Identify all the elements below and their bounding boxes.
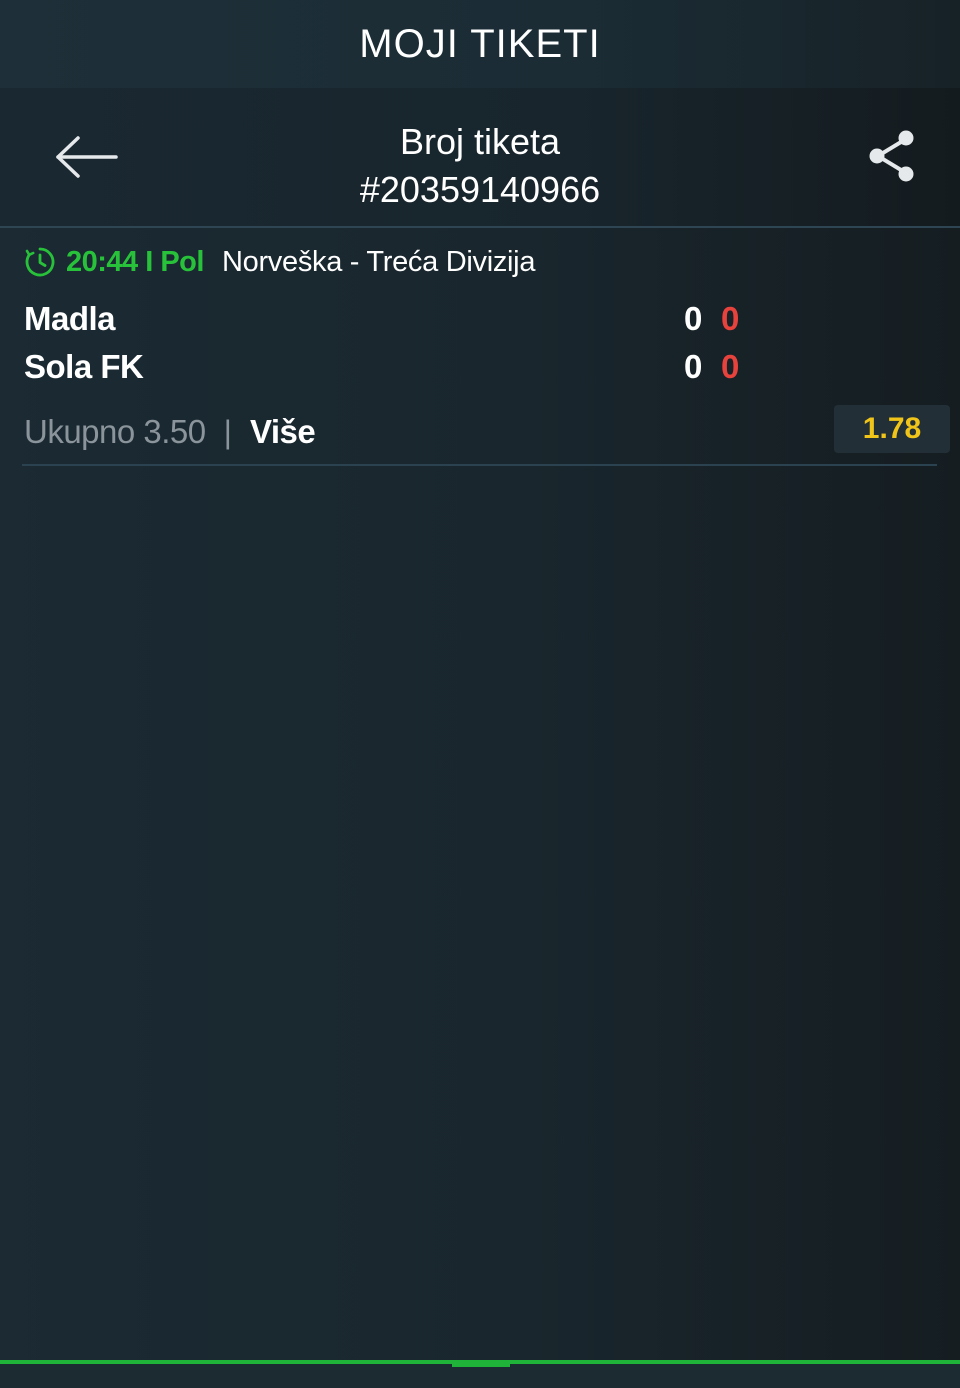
odds-badge[interactable]: 1.78 bbox=[834, 405, 950, 453]
event-meta: 20:44 I Pol Norveška - Treća Divizija bbox=[24, 244, 535, 280]
home-team: Madla bbox=[24, 300, 116, 337]
share-icon bbox=[869, 130, 914, 182]
bet-market: Ukupno 3.50 bbox=[24, 413, 206, 450]
home-score: 0 bbox=[684, 300, 703, 337]
bet-selection: Više bbox=[249, 413, 316, 450]
ticket-number: #20359140966 bbox=[359, 169, 601, 210]
home-period-score: 0 bbox=[721, 300, 740, 337]
odds-value: 1.78 bbox=[862, 412, 922, 445]
ticket-header: Broj tiketa #20359140966 bbox=[0, 88, 960, 228]
away-period-score: 0 bbox=[721, 348, 740, 385]
away-team: Sola FK bbox=[24, 348, 144, 385]
live-time-status: 20:44 I Pol bbox=[66, 245, 204, 278]
divider bbox=[22, 464, 937, 466]
arrow-left-icon bbox=[56, 136, 118, 178]
league-name: Norveška - Treća Divizija bbox=[221, 245, 536, 278]
bottom-bar bbox=[0, 1364, 960, 1388]
ticket-label: Broj tiketa bbox=[399, 121, 561, 162]
clock-icon bbox=[24, 246, 56, 278]
back-button[interactable] bbox=[54, 132, 120, 182]
away-score: 0 bbox=[684, 348, 703, 385]
top-app-bar: MOJI TIKETI bbox=[0, 0, 960, 88]
page-title: MOJI TIKETI bbox=[359, 21, 601, 66]
share-button[interactable] bbox=[866, 128, 918, 184]
active-tab-indicator bbox=[452, 1364, 510, 1367]
bet-line: Ukupno 3.50 | Više bbox=[24, 410, 316, 454]
ticket-title: Broj tiketa #20359140966 bbox=[200, 118, 760, 214]
bet-separator: | bbox=[223, 413, 232, 450]
